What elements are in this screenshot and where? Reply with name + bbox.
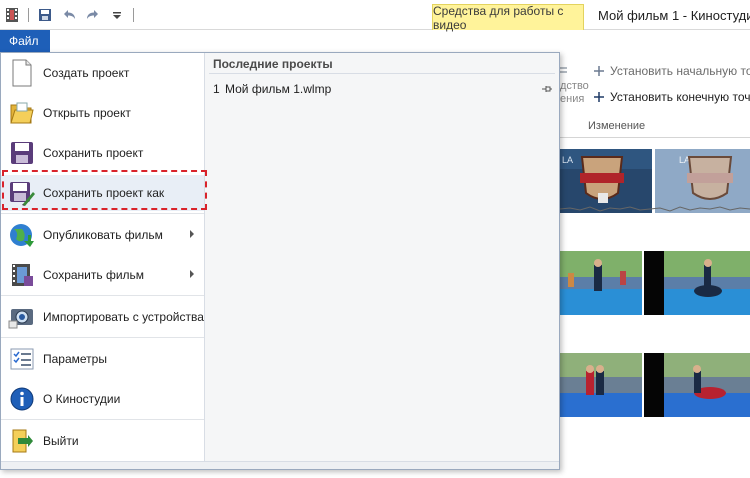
window-title: Мой фильм 1 - Киностудия — [598, 8, 750, 23]
save-icon[interactable] — [37, 7, 53, 23]
clip-thumbnail-6[interactable] — [664, 353, 750, 417]
submenu-arrow-icon — [190, 230, 194, 238]
recent-project-name: Мой фильм 1.wlmp — [225, 82, 332, 96]
exit-icon — [7, 426, 37, 456]
menu-item-label: О Киностудии — [43, 392, 121, 406]
redo-icon[interactable] — [85, 7, 101, 23]
menu-item-label: Опубликовать фильм — [43, 228, 163, 242]
set-start-label: Установить начальную точку — [610, 64, 750, 78]
menu-item-label: Сохранить проект — [43, 146, 144, 160]
menu-item-about[interactable]: О Киностудии — [1, 381, 204, 417]
file-tab[interactable]: Файл — [0, 30, 50, 52]
submenu-arrow-icon — [190, 270, 194, 278]
menu-item-label: Открыть проект — [43, 106, 131, 120]
file-menu: Создать проект Открыть проект Сохранить … — [0, 52, 560, 470]
undo-icon[interactable] — [61, 7, 77, 23]
set-end-icon — [594, 92, 604, 102]
recent-project-item[interactable]: 1 Мой фильм 1.wlmp — [213, 80, 553, 98]
clip-thumbnail-2[interactable]: LA — [655, 149, 750, 213]
set-start-icon — [594, 66, 604, 76]
save-project-icon — [7, 138, 37, 168]
menu-item-import-from-device[interactable]: Импортировать с устройства — [1, 299, 204, 335]
clip-thumbnail-4[interactable] — [664, 251, 750, 315]
menu-item-label: Параметры — [43, 352, 107, 366]
recent-projects-divider — [209, 73, 555, 74]
app-film-icon[interactable] — [4, 7, 20, 23]
menu-divider — [1, 419, 204, 420]
save-movie-icon — [7, 260, 37, 290]
menu-divider — [1, 213, 204, 214]
menu-item-label: Сохранить фильм — [43, 268, 145, 282]
options-icon — [7, 344, 37, 374]
menu-item-options[interactable]: Параметры — [1, 341, 204, 377]
black-transition-frame-2 — [644, 353, 664, 417]
open-folder-icon — [7, 98, 37, 128]
menu-item-exit[interactable]: Выйти — [1, 423, 204, 459]
menu-item-label: Создать проект — [43, 66, 130, 80]
set-end-point-button[interactable]: Установить конечную точку — [592, 90, 750, 104]
highlight-annotation-frame — [2, 170, 207, 210]
import-camera-icon — [7, 302, 37, 332]
audio-waveform — [560, 206, 750, 212]
clip-thumbnail-3[interactable] — [560, 251, 642, 315]
customize-qat-icon[interactable] — [109, 7, 125, 23]
file-menu-footer — [1, 461, 559, 469]
ribbon-partial-label-1: дство — [560, 80, 589, 92]
publish-globe-icon — [7, 220, 37, 250]
title-bar: Средства для работы с видео Мой фильм 1 … — [0, 0, 750, 32]
file-menu-commands: Создать проект Открыть проект Сохранить … — [1, 53, 205, 469]
info-icon — [7, 384, 37, 414]
set-end-label: Установить конечную точку — [610, 90, 750, 104]
set-start-point-button[interactable]: Установить начальную точку — [592, 64, 750, 78]
ribbon-group-label: Изменение — [588, 120, 646, 132]
new-project-icon — [7, 58, 37, 88]
clip-thumbnail-1[interactable]: LA — [560, 149, 652, 213]
recent-projects-header: Последние проекты — [213, 57, 333, 71]
ribbon-partial-label-2: ения — [560, 93, 585, 105]
menu-item-new-project[interactable]: Создать проект — [1, 55, 204, 91]
menu-item-save-movie[interactable]: Сохранить фильм — [1, 257, 204, 293]
quick-access-toolbar — [4, 5, 134, 25]
menu-divider — [1, 295, 204, 296]
menu-item-save-project[interactable]: Сохранить проект — [1, 135, 204, 171]
qat-separator-2 — [133, 8, 134, 22]
menu-item-open-project[interactable]: Открыть проект — [1, 95, 204, 131]
qat-separator — [28, 8, 29, 22]
pin-icon[interactable] — [541, 83, 553, 95]
svg-text:LA: LA — [562, 155, 573, 165]
recent-projects-panel: Последние проекты 1 Мой фильм 1.wlmp — [205, 53, 559, 469]
menu-item-publish-movie[interactable]: Опубликовать фильм — [1, 217, 204, 253]
menu-divider — [1, 337, 204, 338]
black-transition-frame — [644, 251, 664, 315]
video-tools-context-tab[interactable]: Средства для работы с видео — [432, 4, 584, 32]
clip-thumbnail-5[interactable] — [560, 353, 642, 417]
storyboard-timeline: LA LA — [560, 139, 750, 478]
menu-item-label: Выйти — [43, 434, 79, 448]
menu-item-label: Импортировать с устройства — [43, 310, 204, 324]
recent-project-number: 1 — [213, 82, 220, 96]
